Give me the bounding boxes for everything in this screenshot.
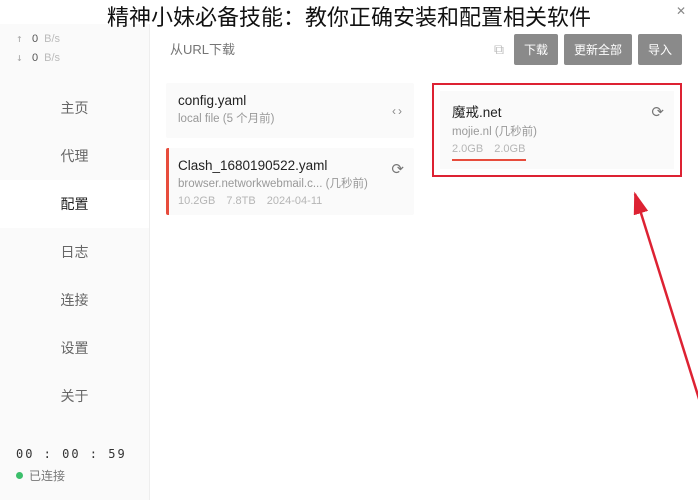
copy-icon[interactable]: ⧉ <box>490 37 508 62</box>
profile-subtitle: local file (5 个月前) <box>178 110 402 126</box>
sidebar-footer: 00 : 00 : 59 已连接 <box>0 435 149 500</box>
profile-meta: 10.2GB 7.8TB 2024-04-11 <box>178 195 402 207</box>
status-label: 已连接 <box>29 467 65 484</box>
speed-indicator: ↑ 0 B/s ↓ 0 B/s <box>0 24 149 84</box>
refresh-icon[interactable]: ⟳ <box>391 160 404 178</box>
download-speed-value: 0 <box>32 52 38 64</box>
nav-home[interactable]: 主页 <box>0 84 149 132</box>
profile-title: Clash_1680190522.yaml <box>178 158 402 173</box>
app-root: ↑ 0 B/s ↓ 0 B/s 主页 代理 配置 日志 连接 设置 关于 00 … <box>0 0 698 500</box>
nav-settings[interactable]: 设置 <box>0 324 149 372</box>
window-close-button[interactable]: ✕ <box>670 2 692 20</box>
sidebar: ↑ 0 B/s ↓ 0 B/s 主页 代理 配置 日志 连接 设置 关于 00 … <box>0 24 150 500</box>
connection-timer: 00 : 00 : 59 <box>16 447 133 461</box>
profile-meta: 2.0GB 2.0GB <box>452 143 662 155</box>
nav-config[interactable]: 配置 <box>0 180 149 228</box>
nav-log[interactable]: 日志 <box>0 228 149 276</box>
download-speed-unit: B/s <box>44 52 60 64</box>
nav-conn[interactable]: 连接 <box>0 276 149 324</box>
refresh-icon[interactable]: ⟳ <box>651 103 664 121</box>
status-dot-icon <box>16 472 23 479</box>
main-content: ⧉ 下载 更新全部 导入 config.yaml local file (5 个… <box>150 24 698 500</box>
download-arrow-icon: ↓ <box>16 51 26 64</box>
profile-card-config[interactable]: config.yaml local file (5 个月前) ‹› <box>166 83 414 138</box>
page-title-overlay: 精神小妹必备技能：教你正确安装和配置相关软件 <box>107 0 591 32</box>
usage-progress-bar <box>452 159 526 161</box>
import-button[interactable]: 导入 <box>638 34 682 65</box>
update-all-button[interactable]: 更新全部 <box>564 34 632 65</box>
sidebar-nav: 主页 代理 配置 日志 连接 设置 关于 <box>0 84 149 435</box>
nav-about[interactable]: 关于 <box>0 372 149 420</box>
profile-card-mojie[interactable]: 魔戒.net mojie.nl (几秒前) 2.0GB 2.0GB ⟳ <box>440 91 674 169</box>
profiles-area: config.yaml local file (5 个月前) ‹› Clash_… <box>166 83 682 225</box>
url-input[interactable] <box>166 34 484 65</box>
profile-highlight-frame: 魔戒.net mojie.nl (几秒前) 2.0GB 2.0GB ⟳ <box>432 83 682 177</box>
upload-speed-unit: B/s <box>44 33 60 45</box>
profile-subtitle: mojie.nl (几秒前) <box>452 123 662 139</box>
upload-arrow-icon: ↑ <box>16 32 26 45</box>
nav-proxy[interactable]: 代理 <box>0 132 149 180</box>
profile-card-clash[interactable]: Clash_1680190522.yaml browser.networkweb… <box>166 148 414 215</box>
profile-title: config.yaml <box>178 93 402 108</box>
connection-status: 已连接 <box>16 467 133 484</box>
profile-title: 魔戒.net <box>452 101 662 121</box>
upload-speed-value: 0 <box>32 33 38 45</box>
profile-swap-icon[interactable]: ‹› <box>392 104 404 118</box>
profile-subtitle: browser.networkwebmail.c... (几秒前) <box>178 175 402 191</box>
download-button[interactable]: 下载 <box>514 34 558 65</box>
profiles-column-left: config.yaml local file (5 个月前) ‹› Clash_… <box>166 83 414 225</box>
url-toolbar: ⧉ 下载 更新全部 导入 <box>166 34 682 65</box>
